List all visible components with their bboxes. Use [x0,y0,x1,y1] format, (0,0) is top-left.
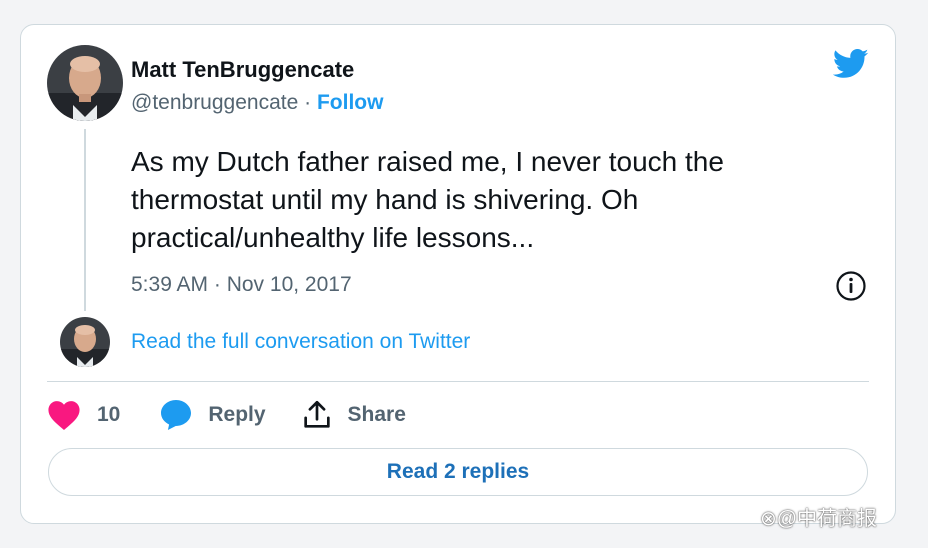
divider [47,381,869,382]
read-replies-button[interactable]: Read 2 replies [48,448,868,496]
action-bar: 10 Reply Share [47,397,406,433]
twitter-bird-icon[interactable] [832,49,869,79]
author-avatar[interactable] [47,45,123,121]
share-icon [303,400,330,428]
like-count: 10 [97,403,121,426]
tweet-timestamp[interactable]: 5:39 AM · Nov 10, 2017 [131,273,352,297]
tweet-card: Matt TenBruggencate @tenbruggencate · Fo… [20,24,896,524]
speech-bubble-icon [161,400,192,430]
reply-button[interactable]: Reply [158,397,266,433]
watermark: ⊗@中荷商报 [760,508,878,530]
heart-icon [48,401,80,431]
conversation-avatar[interactable] [60,317,110,367]
tweet-text: As my Dutch father raised me, I never to… [131,146,724,253]
author-name[interactable]: Matt TenBruggencate [131,57,354,83]
author-handle[interactable]: @tenbruggencate [131,91,298,114]
like-button[interactable]: 10 [47,399,120,431]
reply-label: Reply [208,403,266,426]
handle-separator: · [298,91,317,114]
read-conversation-link[interactable]: Read the full conversation on Twitter [131,330,470,354]
thread-line [84,129,86,311]
page: Matt TenBruggencate @tenbruggencate · Fo… [0,0,928,548]
share-label: Share [347,403,406,426]
follow-link[interactable]: Follow [317,91,384,114]
info-icon[interactable] [835,270,867,302]
handle-row: @tenbruggencate · Follow [131,91,383,115]
share-button[interactable]: Share [300,398,406,432]
